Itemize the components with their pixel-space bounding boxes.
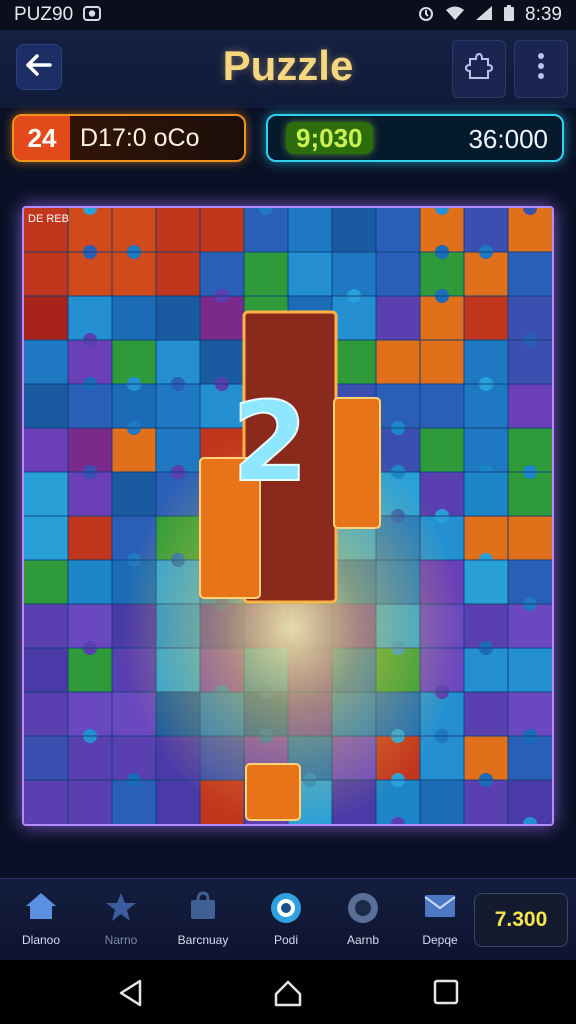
system-recents-button[interactable]	[432, 978, 462, 1008]
puzzle-tile[interactable]	[156, 252, 200, 296]
bottom-nav: Dlanoo Narno Barcnuay Podi Aarnb Depqe 7…	[0, 878, 576, 961]
alarm-icon	[417, 4, 435, 27]
puzzle-tile[interactable]	[24, 472, 68, 516]
level-score-panel: 24 D17:0 oCo	[12, 114, 246, 162]
puzzle-tile[interactable]	[288, 252, 332, 296]
puzzle-tile[interactable]	[332, 208, 376, 252]
signal-icon	[475, 5, 493, 26]
puzzle-tile[interactable]	[24, 252, 68, 296]
puzzle-tile[interactable]	[420, 384, 464, 428]
puzzle-tile[interactable]	[464, 692, 508, 736]
puzzle-tile[interactable]	[376, 252, 420, 296]
points-highlight: 9;030	[286, 122, 373, 154]
triangle-back-icon	[119, 979, 142, 1007]
puzzle-tile[interactable]	[420, 780, 464, 824]
puzzle-tile[interactable]	[68, 560, 112, 604]
coin-balance[interactable]: 7.300	[474, 893, 568, 947]
points-panel: 9;030 36:000	[266, 114, 564, 162]
system-back-button[interactable]	[116, 978, 146, 1008]
wifi-icon	[445, 5, 465, 26]
battery-icon	[503, 4, 515, 27]
puzzle-tile[interactable]	[376, 296, 420, 340]
more-vertical-icon	[537, 52, 545, 87]
square-recents-icon	[433, 979, 459, 1005]
puzzle-tile[interactable]	[420, 340, 464, 384]
puzzle-board[interactable]: 2 DE REB	[22, 206, 554, 826]
nav-item-mail[interactable]: Depqe	[405, 891, 475, 947]
level-badge: 24	[14, 116, 70, 160]
puzzle-tile[interactable]	[244, 252, 288, 296]
puzzle-tile[interactable]	[420, 428, 464, 472]
camera-icon	[83, 4, 102, 27]
level-score-text: D17:0 oCo	[80, 123, 200, 152]
loose-piece-bottom[interactable]	[245, 763, 301, 821]
puzzle-tile[interactable]	[156, 208, 200, 252]
home-outline-icon	[274, 980, 302, 1007]
nav-label: Dlanoo	[21, 933, 61, 947]
puzzle-tile[interactable]	[508, 252, 552, 296]
puzzle-tile[interactable]	[24, 780, 68, 824]
puzzle-tile[interactable]	[200, 208, 244, 252]
puzzle-tile[interactable]	[156, 296, 200, 340]
nav-item-shop[interactable]: Barcnuay	[168, 891, 238, 947]
puzzle-grid[interactable]: 2 DE REB	[24, 208, 552, 824]
puzzle-tile[interactable]	[24, 648, 68, 692]
board-corner-label: DE REB	[28, 213, 69, 225]
nav-label: Depqe	[422, 933, 458, 947]
puzzle-piece-button[interactable]	[452, 40, 506, 98]
nav-item-star[interactable]: Narno	[86, 891, 156, 947]
nav-label: Narno	[104, 933, 138, 947]
puzzle-tile[interactable]	[332, 340, 376, 384]
target-icon	[251, 891, 321, 927]
home-icon	[6, 891, 76, 927]
puzzle-tile[interactable]	[24, 736, 68, 780]
puzzle-tile[interactable]	[508, 648, 552, 692]
points-value: 36:000	[468, 124, 548, 154]
puzzle-tile[interactable]	[24, 692, 68, 736]
puzzle-tile[interactable]	[24, 384, 68, 428]
puzzle-tile[interactable]	[68, 780, 112, 824]
puzzle-tile[interactable]	[24, 428, 68, 472]
nav-item-play[interactable]: Podi	[251, 891, 321, 947]
puzzle-tile[interactable]	[24, 560, 68, 604]
star-icon	[86, 891, 156, 927]
bag-icon	[168, 891, 238, 927]
nav-label: Podi	[273, 933, 299, 947]
puzzle-tile[interactable]	[288, 208, 332, 252]
mail-icon	[405, 891, 475, 927]
puzzle-tile[interactable]	[24, 516, 68, 560]
system-home-button[interactable]	[273, 978, 303, 1008]
puzzle-tile[interactable]	[24, 604, 68, 648]
orange-piece-right[interactable]	[333, 397, 381, 529]
puzzle-tile[interactable]	[112, 472, 156, 516]
puzzle-tile[interactable]	[508, 384, 552, 428]
puzzle-tile[interactable]	[24, 340, 68, 384]
status-time: 8:39	[525, 4, 562, 25]
center-number: 2	[232, 378, 309, 506]
nav-item-home[interactable]: Dlanoo	[6, 891, 76, 947]
status-bar: PUZ90 8:39	[0, 0, 576, 30]
nav-label: Aarnb	[346, 933, 380, 947]
nav-label: Barcnuay	[177, 933, 229, 947]
puzzle-tile[interactable]	[376, 340, 420, 384]
puzzle-tile[interactable]	[24, 296, 68, 340]
puzzle-tile[interactable]	[112, 296, 156, 340]
puzzle-tile[interactable]	[508, 516, 552, 560]
system-nav-bar	[0, 960, 576, 1024]
disc-icon	[328, 891, 398, 927]
puzzle-tile[interactable]	[464, 296, 508, 340]
nav-item-disc[interactable]: Aarnb	[328, 891, 398, 947]
status-app-label: PUZ90	[14, 4, 74, 25]
puzzle-tile[interactable]	[376, 208, 420, 252]
puzzle-piece-icon	[464, 51, 494, 88]
puzzle-tile[interactable]	[68, 516, 112, 560]
top-header: Puzzle	[0, 30, 576, 108]
more-menu-button[interactable]	[514, 40, 568, 98]
